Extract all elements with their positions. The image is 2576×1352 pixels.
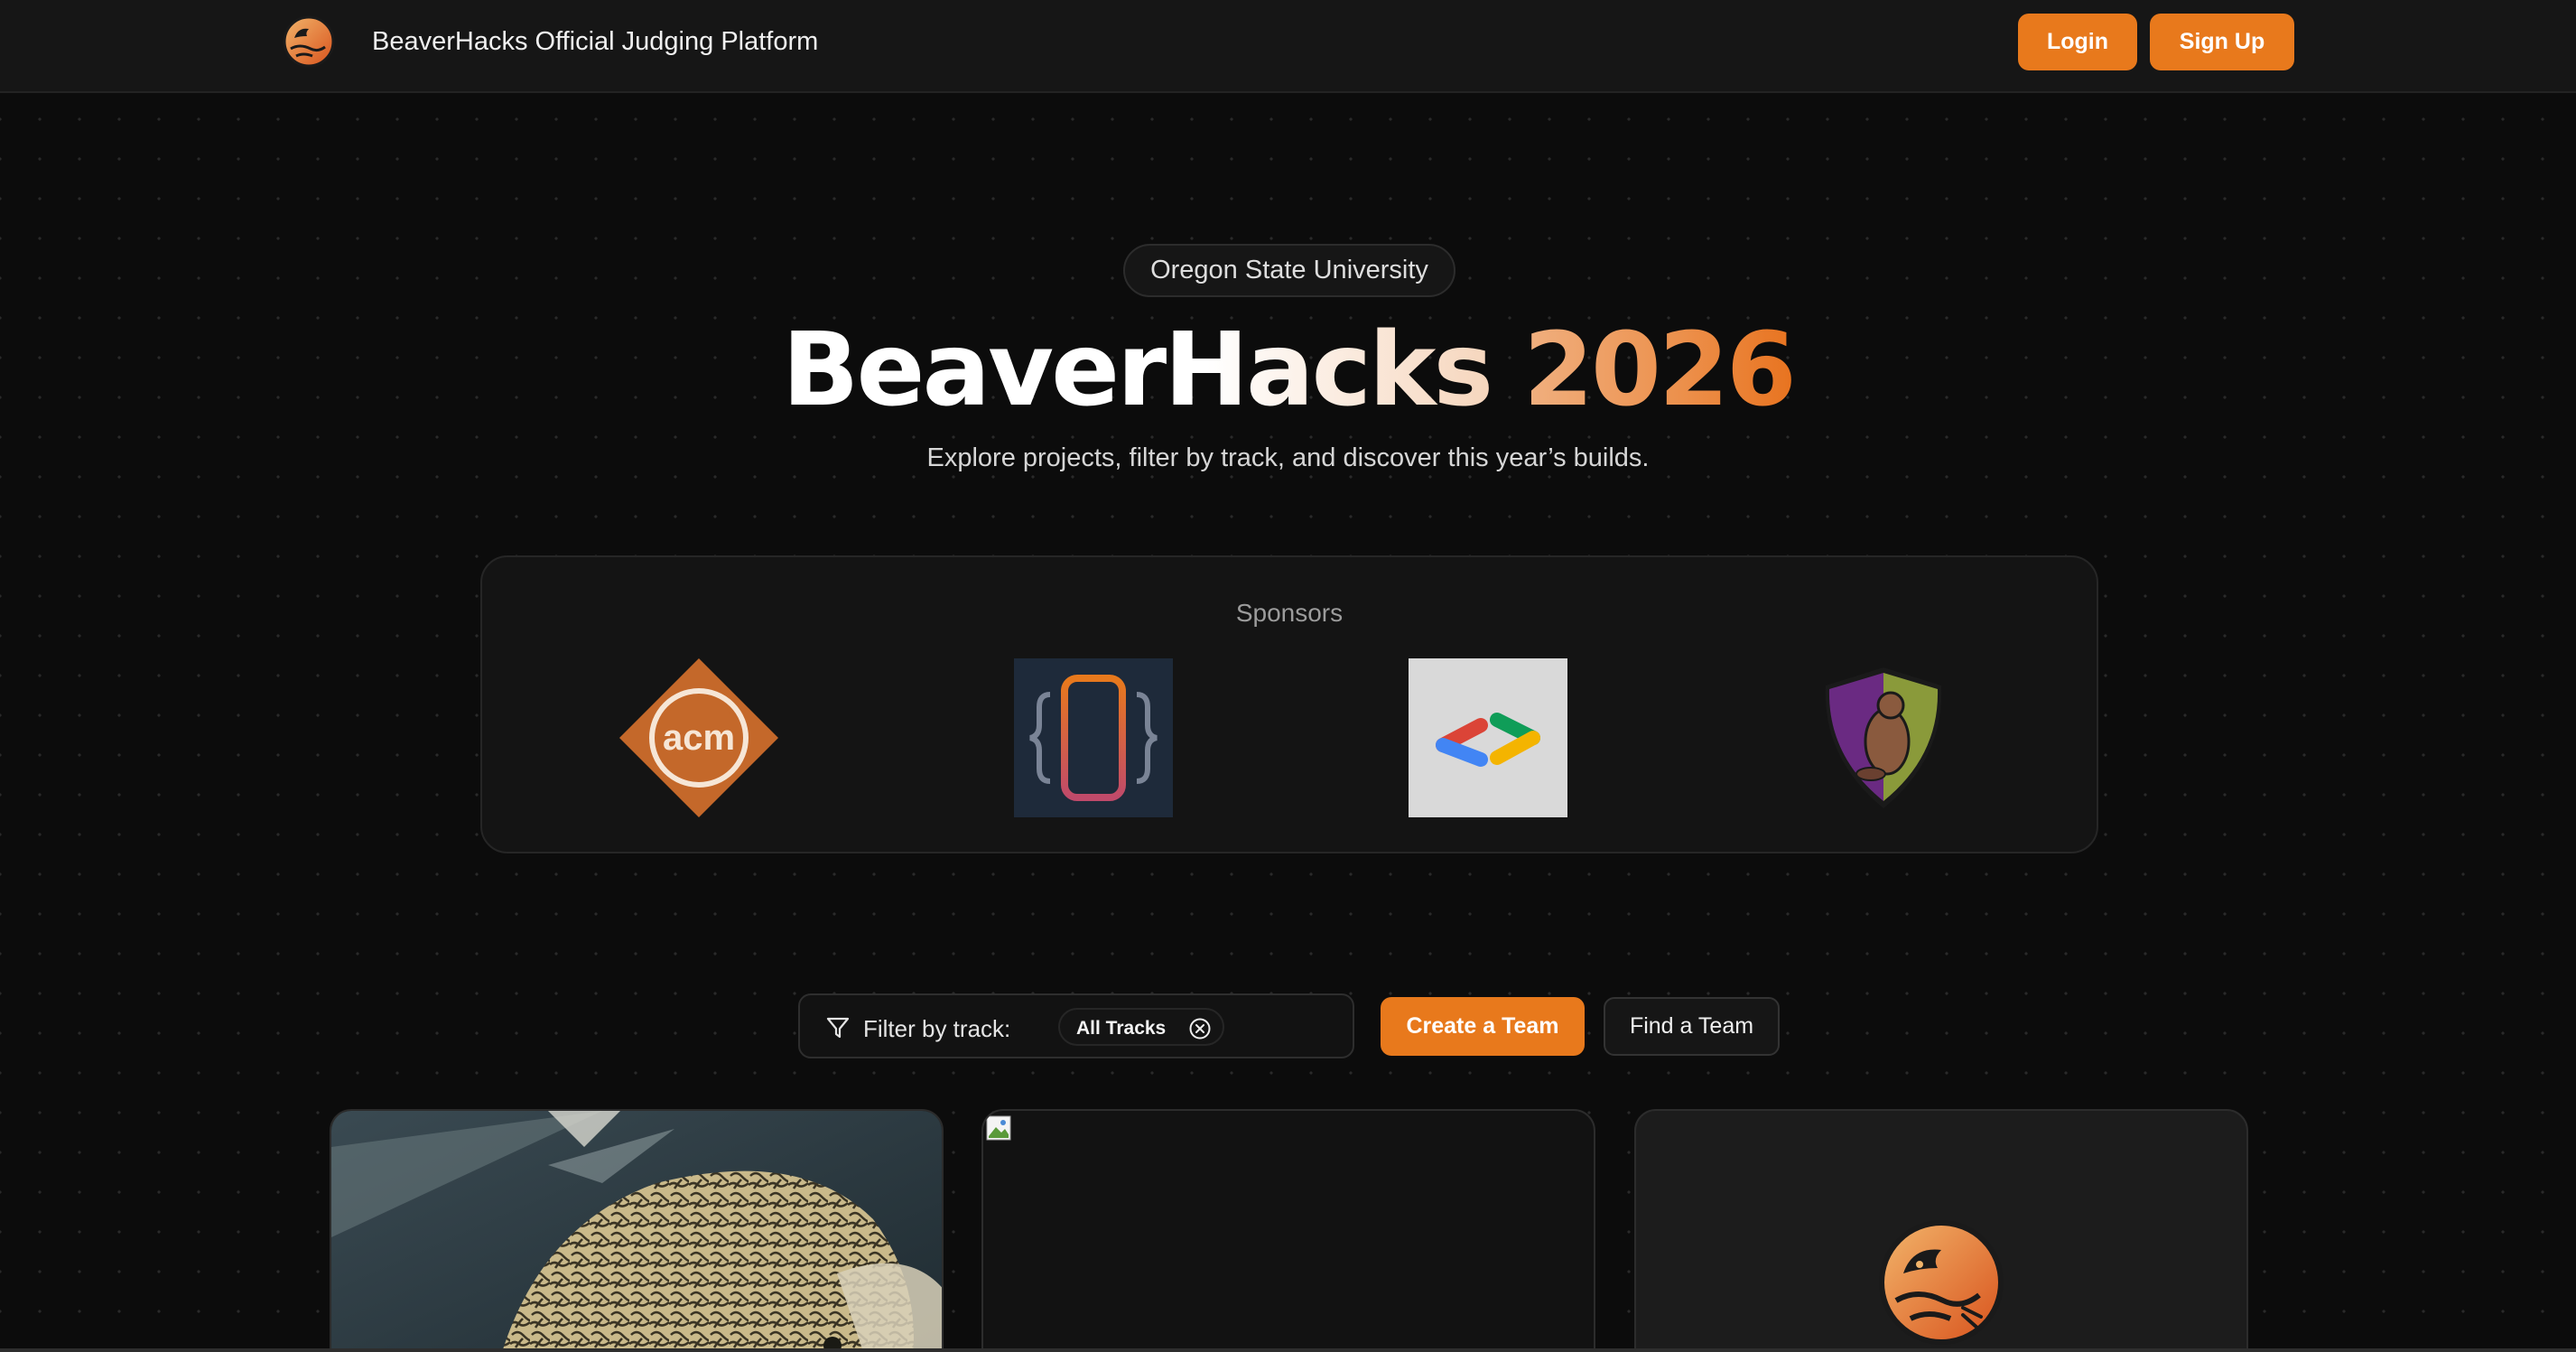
- track-filter-bar[interactable]: Filter by track: All Tracks: [798, 993, 1354, 1058]
- create-team-button[interactable]: Create a Team: [1381, 997, 1585, 1056]
- sponsors-card: Sponsors acm: [480, 555, 2098, 853]
- beaver-logo-icon: [1879, 1220, 2004, 1345]
- acm-logo-text: acm: [663, 718, 735, 758]
- site-title: BeaverHacks Official Judging Platform: [372, 27, 819, 56]
- filter-label: Filter by track:: [863, 1015, 1011, 1042]
- find-team-button[interactable]: Find a Team: [1604, 997, 1780, 1056]
- track-chip[interactable]: All Tracks: [1058, 1008, 1224, 1046]
- filter-icon: [826, 1017, 850, 1039]
- project-card[interactable]: [330, 1109, 944, 1352]
- google-developer-logo-icon[interactable]: [1409, 658, 1567, 817]
- hero-title: BeaverHacks 2026: [0, 307, 2576, 434]
- signup-button[interactable]: Sign Up: [2150, 14, 2294, 70]
- project-card[interactable]: [1634, 1109, 2248, 1352]
- acm-logo-icon[interactable]: acm: [619, 658, 778, 817]
- hero-subtitle: Explore projects, filter by track, and d…: [926, 443, 1650, 472]
- project-card[interactable]: [981, 1109, 1595, 1352]
- broken-image-icon: [986, 1115, 1011, 1141]
- track-chip-label: All Tracks: [1076, 1018, 1167, 1039]
- sponsors-label: Sponsors: [1235, 599, 1344, 627]
- university-badge: Oregon State University: [1123, 244, 1455, 297]
- hero-title-main: BeaverHacks: [782, 312, 1493, 429]
- navbar: BeaverHacks Official Judging Platform Lo…: [0, 0, 2576, 93]
- osu-security-club-logo-icon[interactable]: [1804, 658, 1963, 817]
- page-bottom-edge: [0, 1348, 2576, 1352]
- login-button[interactable]: Login: [2018, 14, 2137, 70]
- beaver-logo-icon[interactable]: [282, 14, 336, 69]
- clear-circle-icon[interactable]: [1188, 1017, 1212, 1040]
- pufferfish-photo: [331, 1111, 942, 1352]
- app-dev-club-logo-icon[interactable]: [1014, 658, 1173, 817]
- hero-title-year: 2026: [1523, 312, 1797, 429]
